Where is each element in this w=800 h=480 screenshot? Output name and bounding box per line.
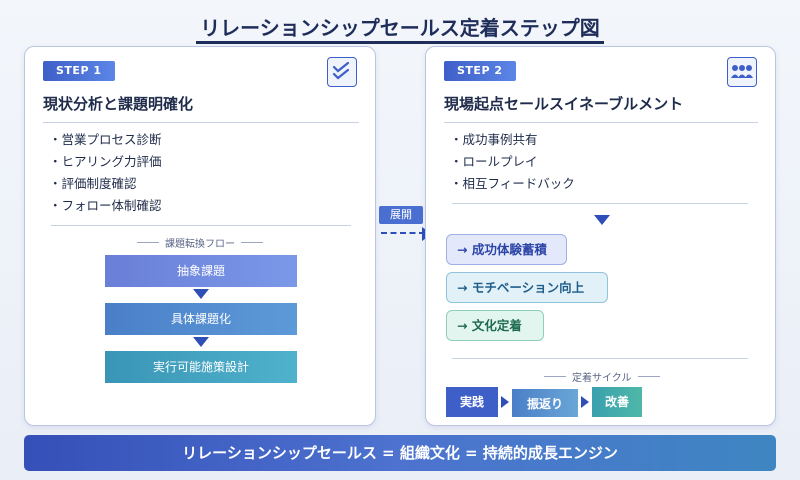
result-motivation: → モチベーション向上 (446, 272, 608, 303)
checklist-icon (327, 57, 357, 87)
step1-bullet-list: 営業プロセス診断 ヒアリング力評価 評価制度確認 フォロー体制確認 (49, 129, 162, 217)
list-item: 相互フィードバック (450, 173, 575, 195)
divider (452, 203, 748, 204)
step2-bullet-list: 成功事例共有 ロールプレイ 相互フィードバック (450, 129, 575, 195)
step1-heading: 現状分析と課題明確化 (43, 93, 359, 123)
list-item: 営業プロセス診断 (49, 129, 162, 151)
cycle-improve: 改善 (592, 387, 642, 417)
diagram-title: リレーションシップセールス定着ステップ図 (0, 12, 800, 44)
result-culture: → 文化定着 (446, 310, 544, 341)
list-item: 成功事例共有 (450, 129, 575, 151)
flow-label: 課題転換フロー (137, 235, 263, 250)
step2-panel: STEP 2 現場起点セールスイネーブルメント 成功事例共有 ロールプレイ 相互… (425, 46, 776, 426)
expand-tag: 展開 (379, 206, 423, 224)
arrow-right-icon (501, 396, 509, 408)
arrow-down-icon (193, 289, 209, 299)
cycle-label: 定着サイクル (544, 369, 660, 384)
arrow-down-icon (594, 215, 610, 225)
step1-panel: STEP 1 現状分析と課題明確化 営業プロセス診断 ヒアリング力評価 評価制度… (24, 46, 376, 426)
flow-step-plan: 実行可能施策設計 (105, 351, 297, 383)
step2-heading: 現場起点セールスイネーブルメント (444, 93, 758, 123)
summary-banner: リレーションシップセールス = 組織文化 = 持続的成長エンジン (24, 435, 776, 471)
step2-badge: STEP 2 (444, 61, 516, 81)
divider (51, 225, 351, 226)
list-item: ヒアリング力評価 (49, 151, 162, 173)
flow-step-abstract: 抽象課題 (105, 255, 297, 287)
team-icon (727, 57, 757, 87)
arrow-down-icon (193, 337, 209, 347)
arrow-right-icon (581, 396, 589, 408)
result-success: → 成功体験蓄積 (446, 234, 567, 265)
list-item: ロールプレイ (450, 151, 575, 173)
flow-step-concrete: 具体課題化 (105, 303, 297, 335)
divider (452, 358, 748, 359)
step1-badge: STEP 1 (43, 61, 115, 81)
list-item: 評価制度確認 (49, 173, 162, 195)
list-item: フォロー体制確認 (49, 195, 162, 217)
cycle-practice: 実践 (446, 387, 498, 417)
dashed-arrow-line (381, 232, 425, 234)
cycle-review: 振返り (512, 389, 578, 417)
